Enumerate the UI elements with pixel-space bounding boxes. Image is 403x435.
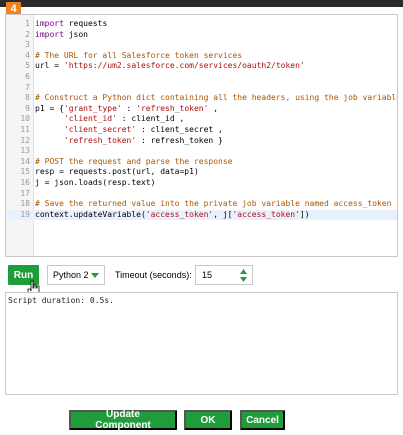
code-token: 'access_token' (232, 209, 300, 219)
line-number: 6 (25, 71, 30, 81)
ok-button[interactable]: OK (184, 410, 232, 430)
code-token: requests (63, 19, 108, 28)
code-lines[interactable]: 1 import requests 2 import json 3 4 # The URL … (6, 19, 397, 221)
code-line[interactable]: 11 'client_secret' : client_secret , (6, 125, 397, 136)
code-text: p1 = {'grant_type' : 'refresh_token' , (35, 104, 218, 115)
code-token: import (35, 29, 64, 39)
code-token: 'client_secret' (63, 124, 137, 134)
code-editor[interactable]: 1 import requests 2 import json 3 4 # The URL … (5, 14, 398, 257)
line-number: 16 (20, 177, 30, 187)
code-token: , (208, 103, 219, 113)
line-number: 3 (25, 40, 30, 50)
code-token: 'refresh_token' (63, 135, 137, 145)
code-token: # The URL for all Salesforce token servi… (35, 50, 243, 60)
timeout-label: Timeout (seconds): (115, 270, 192, 280)
code-token: 'access_token' (145, 209, 214, 219)
timeout-input[interactable]: 15 (195, 265, 253, 285)
spinner-arrows-icon[interactable] (240, 269, 247, 282)
code-token: 'refresh_token' (136, 103, 209, 113)
code-token: : client_id , (116, 114, 185, 124)
code-token: p1 = { (35, 103, 64, 113)
line-number: 13 (20, 146, 30, 156)
top-bar (0, 0, 403, 7)
output-text: Script duration: 0.5s. (8, 296, 114, 305)
code-token: resp = requests.post(url, data=p1) (35, 167, 199, 177)
code-line[interactable]: 1 import requests (6, 19, 397, 30)
output-panel: Script duration: 0.5s. (5, 292, 398, 395)
code-token: # POST the request and parse the respons… (35, 156, 233, 166)
cancel-button[interactable]: Cancel (240, 410, 285, 430)
code-text: context.updateVariable('access_token', j… (35, 210, 310, 221)
code-text: # Save the returned value into the priva… (35, 199, 391, 210)
code-text: # Construct a Python dict containing all… (35, 93, 398, 104)
code-line[interactable]: 7 (6, 83, 397, 94)
code-text: 'client_secret' : client_secret , (35, 125, 223, 136)
line-number: 11 (20, 124, 30, 134)
code-line[interactable]: 16 j = json.loads(resp.text) (6, 178, 397, 189)
code-text: 'client_id' : client_id , (35, 114, 184, 125)
code-line[interactable]: 5 url = 'https://um2.salesforce.com/servi… (6, 61, 397, 72)
code-token: # Save the returned value into the priva… (35, 199, 392, 209)
code-line[interactable]: 4 # The URL for all Salesforce token serv… (6, 51, 397, 62)
code-line[interactable]: 12 'refresh_token' : refresh_token } (6, 136, 397, 147)
code-line[interactable]: 14 # POST the request and parse the respo… (6, 157, 397, 168)
code-token: 'client_id' (63, 114, 117, 124)
code-line[interactable]: 15 resp = requests.post(url, data=p1) (6, 167, 397, 178)
code-token: j = json.loads(resp.text) (35, 177, 156, 187)
line-number: 9 (25, 103, 30, 113)
code-token: import (35, 19, 64, 28)
line-number: 19 (20, 209, 30, 219)
code-text: 'refresh_token' : refresh_token } (35, 136, 223, 147)
line-number: 5 (25, 61, 30, 71)
line-number: 8 (25, 93, 30, 103)
line-number: 15 (20, 167, 30, 177)
code-token: ]) (299, 209, 310, 219)
code-token: 'https://um2.salesforce.com/services/oau… (63, 61, 305, 71)
code-token: context.updateVariable( (35, 209, 146, 219)
code-token: : refresh_token } (136, 135, 223, 145)
code-line[interactable]: 2 import json (6, 30, 397, 41)
code-line[interactable]: 10 'client_id' : client_id , (6, 114, 397, 125)
chevron-down-icon (91, 273, 99, 278)
code-text: # The URL for all Salesforce token servi… (35, 51, 242, 62)
code-token: : client_secret , (136, 124, 223, 134)
line-number: 17 (20, 188, 30, 198)
code-token: : (121, 103, 137, 113)
code-token: json (63, 29, 88, 39)
code-line[interactable]: 19 context.updateVariable('access_token',… (6, 209, 397, 221)
code-text: # POST the request and parse the respons… (35, 157, 232, 168)
language-select[interactable]: Python 2 (47, 265, 105, 285)
code-text: url = 'https://um2.salesforce.com/servic… (35, 61, 305, 72)
code-line[interactable]: 3 (6, 40, 397, 51)
update-component-button[interactable]: Update Component (69, 409, 177, 431)
code-line[interactable]: 6 (6, 72, 397, 83)
code-line[interactable]: 9 p1 = {'grant_type' : 'refresh_token' , (6, 104, 397, 115)
line-number: 2 (25, 29, 30, 39)
line-number: 12 (20, 135, 30, 145)
line-number: 7 (25, 82, 30, 92)
code-text: j = json.loads(resp.text) (35, 178, 155, 189)
code-text: import requests (35, 19, 107, 30)
code-line[interactable]: 8 # Construct a Python dict containing al… (6, 93, 397, 104)
code-token: , j[ (213, 209, 233, 219)
code-text: import json (35, 30, 88, 41)
code-line[interactable]: 17 (6, 189, 397, 200)
language-value: Python 2 (53, 270, 89, 280)
line-number: 4 (25, 50, 30, 60)
code-token: 'grant_type' (63, 103, 122, 113)
line-number: 18 (20, 199, 30, 209)
code-token: url = (35, 61, 64, 71)
code-line[interactable]: 18 # Save the returned value into the pri… (6, 199, 397, 210)
line-number: 14 (20, 156, 30, 166)
timeout-value: 15 (202, 270, 213, 280)
code-text: resp = requests.post(url, data=p1) (35, 167, 199, 178)
code-token: # Construct a Python dict containing all… (35, 93, 398, 103)
line-number: 1 (25, 19, 30, 28)
line-number: 10 (20, 114, 30, 124)
code-line[interactable]: 13 (6, 146, 397, 157)
